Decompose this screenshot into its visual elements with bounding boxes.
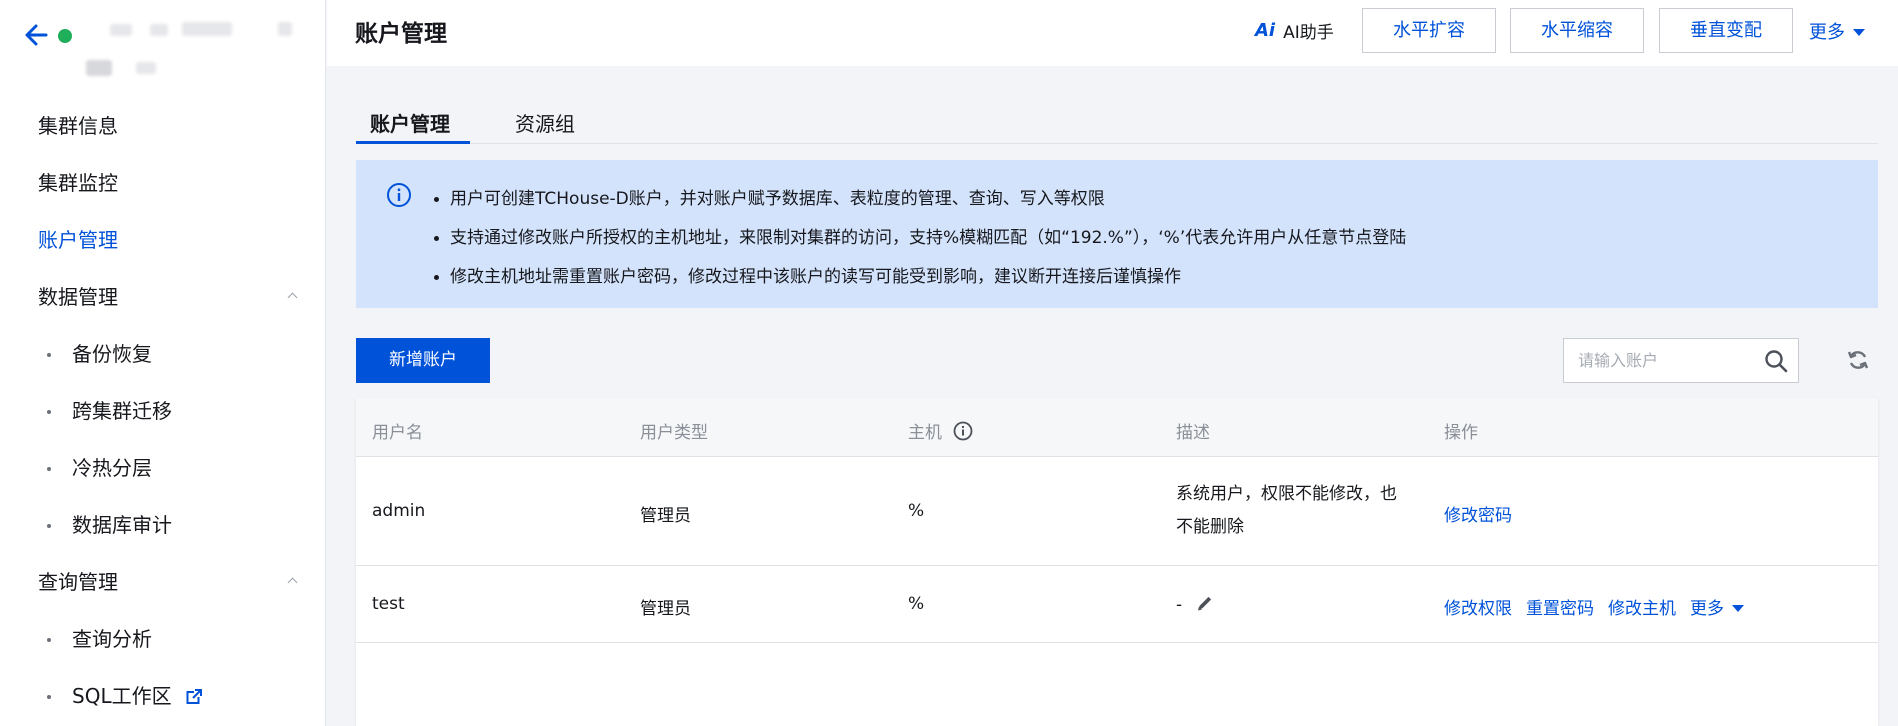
sidebar-item-hot-cold-tiering[interactable]: 冷热分层 [0,440,326,497]
info-icon [387,183,411,207]
cluster-id-redacted [136,62,156,74]
scale-out-button[interactable]: 水平扩容 [1362,8,1496,53]
table-header: 用户名 用户类型 主机 描述 操作 [356,398,1878,457]
sidebar-group-label: 数据管理 [38,285,118,309]
sidebar-item-account-management[interactable]: 账户管理 [0,212,326,269]
search-icon[interactable] [1764,349,1788,373]
cluster-name-redacted [182,22,232,36]
ai-assistant-button[interactable]: Ai AI助手 [1255,18,1334,43]
info-icon[interactable] [953,421,973,441]
chevron-up-icon [287,292,298,303]
page-title: 账户管理 [355,21,447,47]
account-search-input[interactable] [1564,339,1752,382]
sidebar-nav: 集群信息 集群监控 账户管理 数据管理 备份恢复 跨集群迁移 冷热分层 数据库审… [0,98,326,725]
sidebar-item-backup-restore[interactable]: 备份恢复 [0,326,326,383]
column-header-host: 主机 [908,418,973,443]
cell-user-type: 管理员 [640,506,691,526]
modify-permissions-link[interactable]: 修改权限 [1444,594,1512,619]
ai-icon: Ai [1255,20,1276,41]
info-line: 修改主机地址需重置账户密码，修改过程中该账户的读写可能受到影响，建议断开连接后谨… [434,258,1406,297]
cell-username: admin [372,501,426,521]
change-password-link[interactable]: 修改密码 [1444,501,1512,526]
sidebar-group-label: 查询管理 [38,570,118,594]
more-label: 更多 [1809,22,1845,43]
more-label: 更多 [1690,599,1724,619]
info-banner: 用户可创建TCHouse-D账户，并对账户赋予数据库、表粒度的管理、查询、写入等… [356,160,1878,308]
column-header-user-type: 用户类型 [640,423,708,443]
sidebar-item-label: SQL工作区 [72,684,172,708]
sidebar-group-data-management[interactable]: 数据管理 [0,269,326,326]
tab-bar: 账户管理 资源组 [356,100,1878,144]
column-header-actions: 操作 [1444,423,1478,443]
sidebar-item-cluster-info[interactable]: 集群信息 [0,98,326,155]
scale-in-button[interactable]: 水平缩容 [1510,8,1644,53]
cell-description: 系统用户，权限不能修改，也 不能删除 [1176,478,1426,544]
status-dot [58,29,72,43]
row-more-dropdown[interactable]: 更多 [1690,594,1744,619]
more-dropdown[interactable]: 更多 [1809,18,1865,44]
cell-user-type: 管理员 [640,599,691,619]
cell-host: % [908,501,925,521]
sidebar-item-database-audit[interactable]: 数据库审计 [0,497,326,554]
sidebar-item-cross-cluster-migration[interactable]: 跨集群迁移 [0,383,326,440]
info-line: 支持通过修改账户所授权的主机地址，来限制对集群的访问，支持%模糊匹配（如“192… [434,219,1406,258]
tab-resource-group[interactable]: 资源组 [515,108,575,137]
vertical-resize-button[interactable]: 垂直变配 [1659,8,1793,53]
caret-down-icon [1853,29,1865,36]
column-header-username: 用户名 [372,423,423,443]
description-text: - [1176,595,1183,615]
cell-username: test [372,594,405,614]
cluster-name-redacted [278,22,292,36]
back-arrow-icon[interactable] [24,20,50,50]
cell-host: % [908,594,925,614]
cluster-id-redacted [86,60,112,76]
chevron-up-icon [287,577,298,588]
sidebar-header [24,18,314,88]
add-account-button[interactable]: 新增账户 [356,338,490,383]
info-list: 用户可创建TCHouse-D账户，并对账户赋予数据库、表粒度的管理、查询、写入等… [434,180,1406,297]
accounts-table: 用户名 用户类型 主机 描述 操作 admin 管理员 % 系统用户，权限不能修… [356,398,1878,726]
column-header-description: 描述 [1176,423,1210,443]
caret-down-icon [1732,605,1744,612]
external-link-icon [186,689,202,704]
row-actions: 修改权限 重置密码 修改主机 更多 [1444,594,1744,619]
description-line: 不能删除 [1176,517,1244,537]
table-row: admin 管理员 % 系统用户，权限不能修改，也 不能删除 修改密码 [356,457,1878,566]
ai-assistant-label: AI助手 [1283,23,1334,43]
tab-active-indicator [356,141,470,144]
tab-account-management[interactable]: 账户管理 [370,108,450,137]
refresh-icon[interactable] [1846,348,1870,372]
modify-host-link[interactable]: 修改主机 [1608,594,1676,619]
edit-pencil-icon[interactable] [1196,594,1214,612]
sidebar-item-query-analysis[interactable]: 查询分析 [0,611,326,668]
info-line: 用户可创建TCHouse-D账户，并对账户赋予数据库、表粒度的管理、查询、写入等… [434,180,1406,219]
cluster-name-redacted [110,24,132,36]
sidebar-item-sql-workspace[interactable]: SQL工作区 [0,668,326,725]
cluster-name-redacted [150,24,168,36]
sidebar-item-cluster-monitor[interactable]: 集群监控 [0,155,326,212]
table-row: test 管理员 % - 修改权限 重置密码 修改主机 更多 [356,566,1878,643]
sidebar: 集群信息 集群监控 账户管理 数据管理 备份恢复 跨集群迁移 冷热分层 数据库审… [0,0,326,726]
description-line: 系统用户，权限不能修改，也 [1176,484,1397,504]
account-search [1563,338,1799,383]
sidebar-group-query-management[interactable]: 查询管理 [0,554,326,611]
column-header-label: 主机 [908,423,942,443]
top-bar: 账户管理 Ai AI助手 水平扩容 水平缩容 垂直变配 更多 [327,0,1898,66]
cell-description: - [1176,594,1214,615]
row-actions: 修改密码 [1444,501,1512,526]
reset-password-link[interactable]: 重置密码 [1526,594,1594,619]
